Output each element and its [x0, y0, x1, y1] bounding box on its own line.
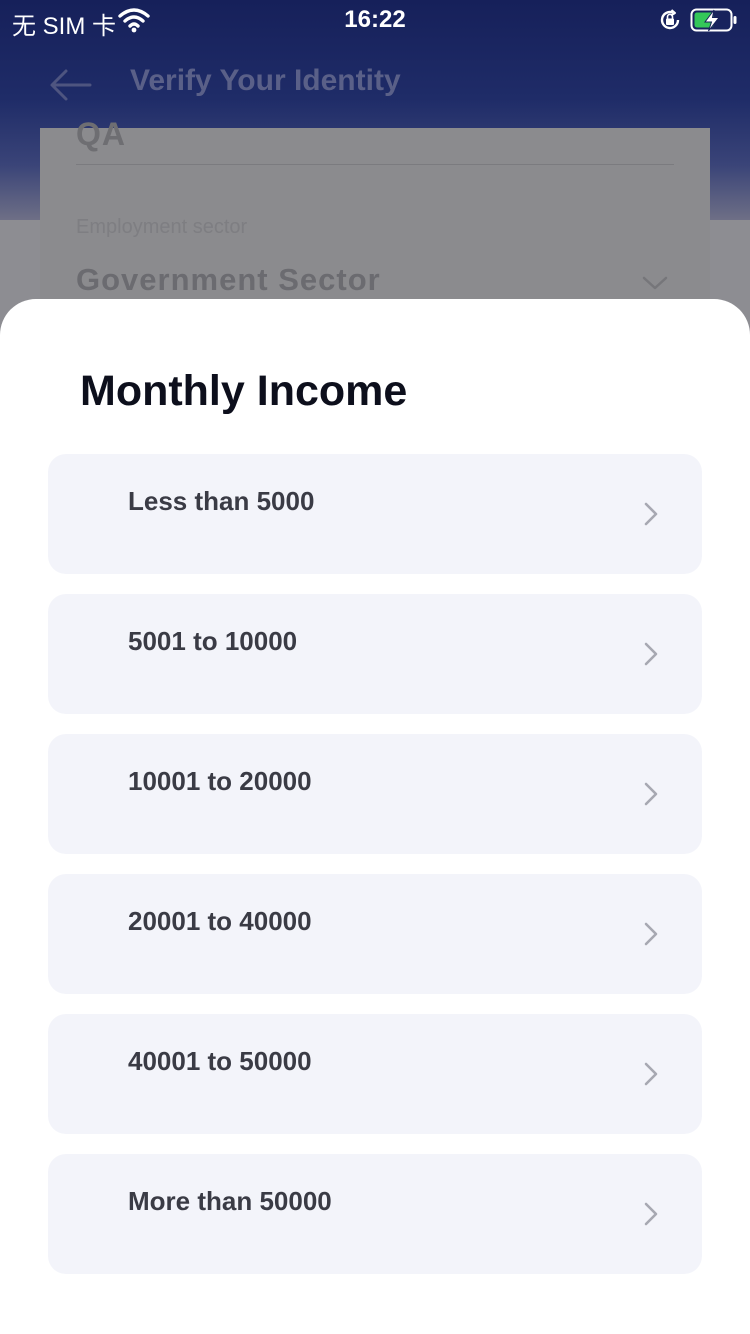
previous-field-value: QA [76, 116, 126, 152]
back-arrow-icon[interactable] [46, 60, 96, 110]
employment-sector-label: Employment sector [76, 216, 248, 238]
option-label: More than 50000 [128, 1186, 332, 1216]
status-bar: 无 SIM 卡 16:22 [0, 0, 750, 40]
field-divider [76, 164, 674, 165]
income-option-40001-to-50000[interactable]: 40001 to 50000 [48, 1014, 702, 1134]
income-option-10001-to-20000[interactable]: 10001 to 20000 [48, 734, 702, 854]
chevron-right-icon [642, 781, 660, 807]
option-label: 10001 to 20000 [128, 766, 312, 796]
chevron-right-icon [642, 1201, 660, 1227]
chevron-down-icon[interactable] [640, 268, 670, 298]
orientation-lock-icon [658, 8, 682, 32]
page-title: Verify Your Identity [130, 64, 401, 97]
chevron-right-icon [642, 641, 660, 667]
option-label: 20001 to 40000 [128, 906, 312, 936]
clock: 16:22 [344, 6, 406, 33]
option-label: 5001 to 10000 [128, 626, 298, 656]
chevron-right-icon [642, 921, 660, 947]
chevron-right-icon [642, 1061, 660, 1087]
chevron-right-icon [642, 501, 660, 527]
income-option-list: Less than 5000 5001 to 10000 10001 to 20… [48, 454, 702, 1294]
option-label: 40001 to 50000 [128, 1046, 312, 1076]
income-bottom-sheet: Monthly Income Less than 5000 5001 to 10… [0, 299, 750, 1334]
income-option-more-than-50000[interactable]: More than 50000 [48, 1154, 702, 1274]
income-option-20001-to-40000[interactable]: 20001 to 40000 [48, 874, 702, 994]
income-option-less-than-5000[interactable]: Less than 5000 [48, 454, 702, 574]
income-option-5001-to-10000[interactable]: 5001 to 10000 [48, 594, 702, 714]
option-label: Less than 5000 [128, 486, 315, 516]
sheet-title: Monthly Income [80, 367, 408, 415]
employment-sector-value[interactable]: Government Sector [76, 262, 381, 298]
battery-charging-icon [690, 6, 740, 34]
